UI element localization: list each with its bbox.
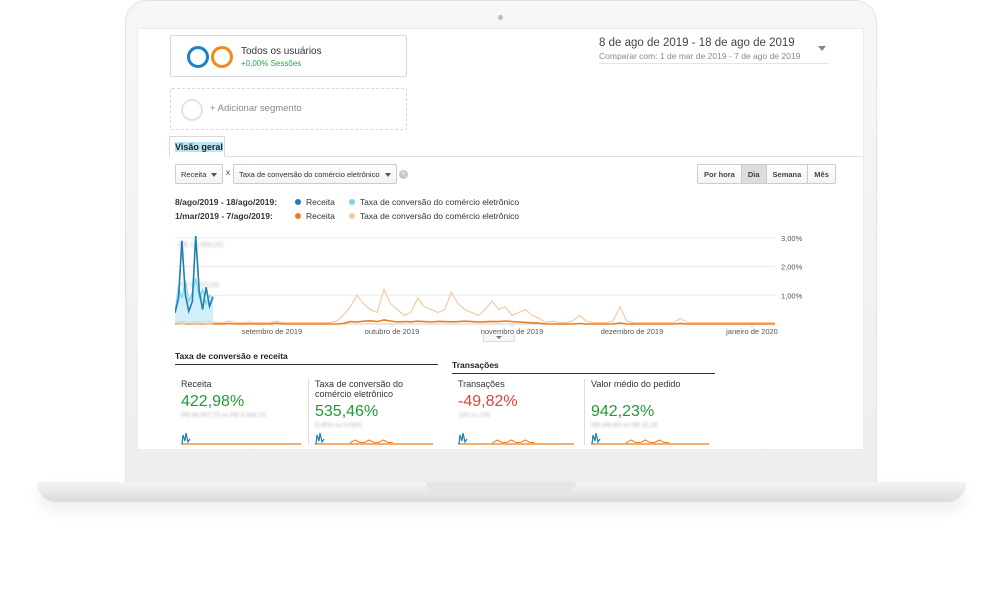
x-axis-tick-label: setembro de 2019 bbox=[242, 327, 302, 336]
legend-item[interactable]: Taxa de conversão do comércio eletrônico bbox=[348, 211, 520, 221]
y-axis-tick-label: 2,00% bbox=[781, 263, 803, 272]
sparkline-current bbox=[315, 432, 325, 445]
empty-circle-icon bbox=[181, 99, 203, 121]
metric-comparison: R$ 346,84 vs R$ 33,28 bbox=[591, 422, 658, 429]
metric-comparison: 140 vs 279 bbox=[458, 412, 490, 419]
metric-card[interactable]: Valor médio do pedido 942,23% R$ 346,84 vs… bbox=[584, 379, 714, 445]
dropdown-caret-icon bbox=[385, 173, 391, 177]
line-chart: 1,00% 2,00% 3,00% setembro de 2019 outubro d… bbox=[174, 224, 823, 342]
sparkline-current bbox=[181, 432, 191, 445]
add-segment-label: + Adicionar segmento bbox=[210, 103, 302, 114]
chevron-down-icon bbox=[818, 46, 826, 51]
legend-item[interactable]: Taxa de conversão do comércio eletrônico bbox=[348, 197, 520, 207]
metric-card[interactable]: Transações -49,82% 140 vs 279 bbox=[452, 379, 580, 445]
segment-title: Todos os usuários bbox=[241, 46, 322, 57]
date-range-picker[interactable]: 8 de ago de 2019 - 18 de ago de 2019 Com… bbox=[599, 36, 829, 64]
metric-label: Valor médio do pedido bbox=[591, 379, 681, 389]
chart-svg: 1,00% 2,00% 3,00% setembro de 2019 outubro d… bbox=[174, 234, 803, 336]
section-title-conversion: Taxa de conversão e receita bbox=[175, 351, 438, 365]
legend-dot-icon bbox=[348, 213, 355, 219]
x-axis-tick-label: dezembro de 2019 bbox=[601, 327, 664, 336]
legend-item[interactable]: Receita bbox=[295, 211, 335, 221]
metric-card[interactable]: Receita 422,98% R$ 48.597,73 vs R$ 9.284,7… bbox=[175, 379, 307, 445]
sparkline bbox=[591, 432, 709, 445]
legend-dot-icon bbox=[348, 199, 355, 205]
legend-row: 8/ago/2019 - 18/ago/2019: Receita Taxa de … bbox=[175, 197, 533, 207]
metric-value: 942,23% bbox=[591, 403, 655, 420]
y1-axis-tick-label: R$ 10.000,00 bbox=[178, 240, 223, 249]
legend-dot-icon bbox=[295, 213, 301, 219]
metric-select-secondary-label: Taxa de conversão do comércio eletrônico bbox=[239, 170, 380, 179]
tab-overview[interactable]: Visão geral bbox=[169, 136, 225, 157]
series-line-conversion-previous bbox=[174, 287, 775, 324]
x-axis-tick-label: janeiro de 2020 bbox=[725, 327, 778, 336]
camera-icon bbox=[498, 15, 503, 20]
dropdown-caret-icon bbox=[211, 173, 217, 177]
clear-icon[interactable]: × bbox=[399, 170, 408, 179]
metric-value: -49,82% bbox=[458, 393, 518, 410]
metric-value: 535,46% bbox=[315, 403, 379, 420]
metric-select-primary-label: Receita bbox=[181, 170, 207, 179]
date-range-main: 8 de ago de 2019 - 18 de ago de 2019 bbox=[599, 37, 795, 49]
metric-label: Receita bbox=[181, 379, 212, 389]
legend-label: Receita bbox=[306, 197, 335, 207]
metric-comparison: 0,35% vs 0,06% bbox=[315, 422, 362, 429]
period-button-group: Por hora Dia Semana Mês bbox=[697, 164, 836, 184]
legend-row: 1/mar/2019 - 7/ago/2019: Receita Taxa de c… bbox=[175, 211, 533, 221]
metric-label: Transações bbox=[458, 379, 505, 389]
metric-select-secondary[interactable]: Taxa de conversão do comércio eletrônico bbox=[233, 164, 397, 184]
period-button-3[interactable]: Mês bbox=[808, 165, 835, 183]
date-range-compare: Comparar com: 1 de mar de 2019 - 7 de ag… bbox=[599, 51, 801, 61]
segment-subtitle: +0,00% Sessões bbox=[241, 59, 302, 68]
legend-label: Receita bbox=[306, 211, 335, 221]
laptop-notch bbox=[426, 482, 576, 492]
sparkline bbox=[458, 432, 574, 445]
legend-label: Taxa de conversão do comércio eletrônico bbox=[359, 211, 520, 221]
y-axis-tick-label: 1,00% bbox=[781, 291, 803, 300]
add-segment-button[interactable]: + Adicionar segmento bbox=[170, 88, 407, 130]
tab-overview-label: Visão geral bbox=[175, 142, 223, 152]
legend-item[interactable]: Receita bbox=[295, 197, 335, 207]
legend-date-range: 8/ago/2019 - 18/ago/2019: bbox=[175, 197, 278, 207]
sparkline-current bbox=[458, 432, 468, 445]
legend-date-range: 1/mar/2019 - 7/ago/2019: bbox=[175, 211, 273, 221]
chart-collapse-handle[interactable] bbox=[483, 334, 515, 342]
segment-circle-blue-icon bbox=[187, 46, 209, 68]
y-axis-tick-label: 3,00% bbox=[781, 234, 803, 243]
section-title-transactions: Transações bbox=[452, 360, 715, 374]
metric-select-primary[interactable]: Receita bbox=[175, 164, 223, 184]
legend-dot-icon bbox=[295, 199, 301, 205]
x-axis-tick-label: outubro de 2019 bbox=[365, 327, 420, 336]
sparkline-current bbox=[591, 432, 601, 445]
metric-label: Taxa de conversão do comércio eletrônico bbox=[315, 379, 404, 399]
metric-card[interactable]: Taxa de conversão do comércio eletrônico… bbox=[308, 379, 438, 445]
sparkline bbox=[315, 432, 433, 445]
period-button-0[interactable]: Por hora bbox=[698, 165, 742, 183]
period-button-2[interactable]: Semana bbox=[766, 165, 809, 183]
metric-value: 422,98% bbox=[181, 393, 245, 410]
legend-label: Taxa de conversão do comércio eletrônico bbox=[359, 197, 520, 207]
segment-card-all-users[interactable]: Todos os usuários +0,00% Sessões bbox=[170, 35, 407, 77]
metric-comparison: R$ 48.597,73 vs R$ 9.284,74 bbox=[181, 412, 266, 419]
versus-x: x bbox=[226, 168, 230, 177]
period-button-1[interactable]: Dia bbox=[741, 165, 767, 183]
sparkline bbox=[181, 432, 301, 445]
segment-circle-orange-icon bbox=[211, 46, 233, 68]
tab-bar bbox=[169, 156, 863, 157]
screen: Todos os usuários +0,00% Sessões + Adici… bbox=[137, 28, 864, 450]
